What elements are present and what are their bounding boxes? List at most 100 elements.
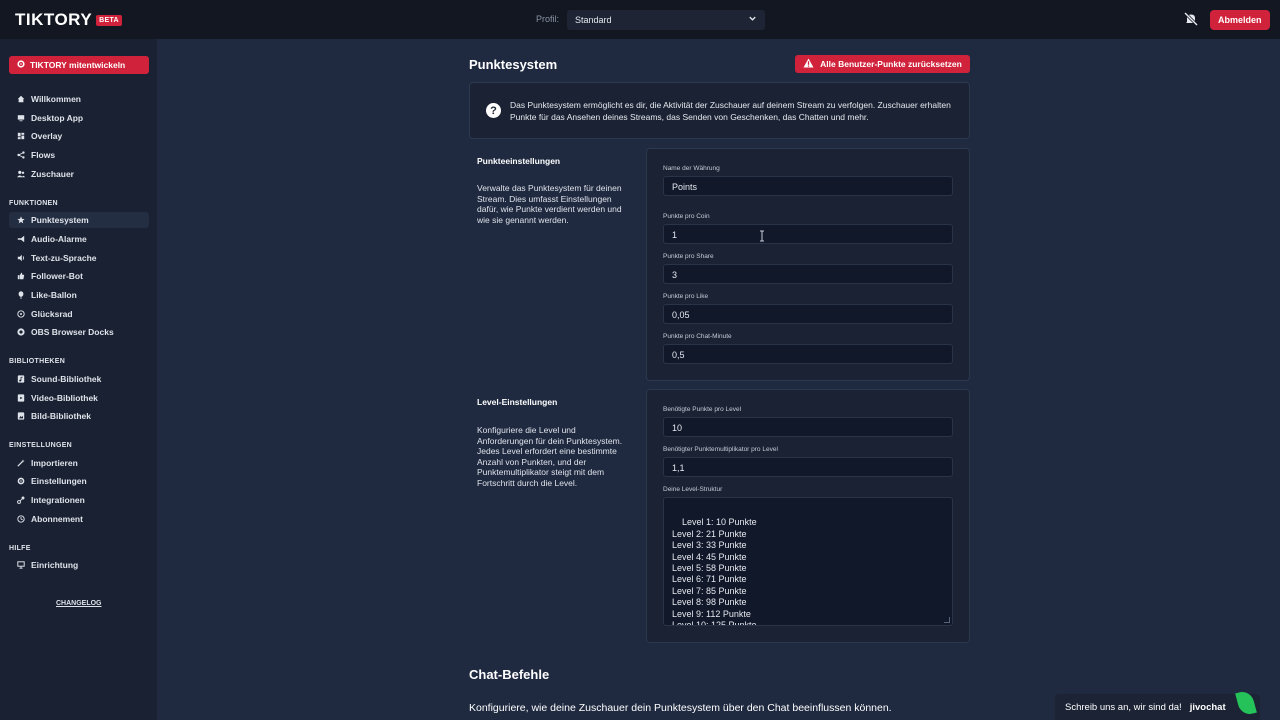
- level-settings-desc: Konfiguriere die Level und Anforderungen…: [477, 425, 623, 488]
- sidebar-item-label: Bild-Bibliothek: [31, 411, 91, 421]
- currency-name-label: Name der Währung: [663, 165, 720, 172]
- sidebar-item-image-library[interactable]: Bild-Bibliothek: [9, 408, 149, 424]
- level-multiplier-label: Benötigter Punktemultiplikator pro Level: [663, 446, 778, 453]
- text-cursor-icon: [759, 230, 765, 245]
- sidebar-item-label: Sound-Bibliothek: [31, 374, 102, 384]
- resize-handle-icon[interactable]: [944, 617, 950, 623]
- sidebar-item-viewers[interactable]: Zuschauer: [9, 166, 149, 182]
- profile-label: Profil:: [536, 14, 560, 24]
- sidebar-item-settings[interactable]: Einstellungen: [9, 473, 149, 489]
- points-settings-desc: Verwalte das Punktesystem für deinen Str…: [477, 183, 622, 225]
- level-structure-label: Deine Level-Struktur: [663, 486, 723, 493]
- sidebar-item-label: Einrichtung: [31, 560, 79, 570]
- points-per-level-input[interactable]: 10: [663, 417, 953, 437]
- info-text: Das Punktesystem ermöglicht es dir, die …: [510, 100, 951, 122]
- sidebar-item-welcome[interactable]: Willkommen: [9, 91, 149, 107]
- changelog-link[interactable]: CHANGELOG: [56, 600, 102, 607]
- chat-widget[interactable]: Schreib uns an, wir sind da! jivochat: [1055, 694, 1260, 720]
- logo-text: TIKTORY: [15, 10, 93, 29]
- sidebar-item-label: Abonnement: [31, 514, 83, 524]
- sidebar-section-help: HILFE: [9, 545, 31, 552]
- sidebar-item-label: Video-Bibliothek: [31, 393, 98, 403]
- monitor-icon: [17, 114, 25, 122]
- sidebar-item-video-library[interactable]: Video-Bibliothek: [9, 390, 149, 406]
- points-settings-title: Punkteeinstellungen: [477, 156, 561, 166]
- info-box: ? Das Punktesystem ermöglicht es dir, di…: [469, 82, 970, 139]
- sidebar-item-label: Punktesystem: [31, 215, 89, 225]
- level-structure-textarea[interactable]: Level 1: 10 Punkte Level 2: 21 Punkte Le…: [663, 497, 953, 626]
- sidebar-item-subscription[interactable]: Abonnement: [9, 511, 149, 527]
- points-per-chat-minute-label: Punkte pro Chat-Minute: [663, 333, 732, 340]
- sidebar-section-functions: FUNKTIONEN: [9, 200, 58, 207]
- points-per-coin-input[interactable]: 1: [663, 224, 953, 244]
- image-file-icon: [17, 412, 25, 420]
- level-multiplier-input[interactable]: 1,1: [663, 457, 953, 477]
- sidebar-item-integrations[interactable]: Integrationen: [9, 492, 149, 508]
- logout-button[interactable]: Abmelden: [1210, 10, 1270, 30]
- refresh-circle-icon: [17, 515, 25, 523]
- points-per-share-label: Punkte pro Share: [663, 253, 714, 260]
- app-logo[interactable]: TIKTORY BETA: [15, 10, 122, 30]
- sidebar-item-audio-alarms[interactable]: Audio-Alarme: [9, 231, 149, 247]
- sidebar-item-desktop-app[interactable]: Desktop App: [9, 110, 149, 126]
- sidebar-item-label: Flows: [31, 150, 56, 160]
- sidebar-item-like-balloon[interactable]: Like-Ballon: [9, 287, 149, 303]
- points-per-chat-minute-input[interactable]: 0,5: [663, 344, 953, 364]
- profile-select-value: Standard: [575, 15, 612, 25]
- sidebar-item-label: Integrationen: [31, 495, 85, 505]
- sidebar-item-label: Follower-Bot: [31, 271, 83, 281]
- points-settings-panel: Name der Währung Points Punkte pro Coin …: [646, 148, 970, 381]
- sidebar-item-sound-library[interactable]: Sound-Bibliothek: [9, 371, 149, 387]
- sidebar-item-label: Glücksrad: [31, 309, 73, 319]
- wand-icon: [17, 459, 25, 467]
- chat-commands-title: Chat-Befehle: [469, 667, 550, 682]
- sidebar-item-obs-browser-docks[interactable]: OBS Browser Docks: [9, 324, 149, 340]
- points-per-share-input[interactable]: 3: [663, 264, 953, 284]
- sidebar-item-label: Importieren: [31, 458, 78, 468]
- sidebar-item-setup[interactable]: Einrichtung: [9, 557, 149, 573]
- warning-icon: [803, 58, 814, 70]
- sidebar-section-settings: EINSTELLUNGEN: [9, 442, 73, 449]
- sidebar: TIKTORY mitentwickeln Willkommen Desktop…: [0, 39, 157, 720]
- level-settings-title: Level-Einstellungen: [477, 397, 558, 407]
- sidebar-item-text-to-speech[interactable]: Text-zu-Sprache: [9, 250, 149, 266]
- sidebar-item-overlay[interactable]: Overlay: [9, 128, 149, 144]
- profile-select[interactable]: Standard: [567, 10, 765, 30]
- gear-icon: [17, 60, 25, 70]
- home-icon: [17, 95, 25, 103]
- points-per-like-input[interactable]: 0,05: [663, 304, 953, 324]
- level-structure-text: Level 1: 10 Punkte Level 2: 21 Punkte Le…: [672, 517, 757, 626]
- sidebar-item-label: Like-Ballon: [31, 290, 77, 300]
- sidebar-item-follower-bot[interactable]: Follower-Bot: [9, 268, 149, 284]
- star-icon: [17, 216, 25, 224]
- chat-widget-text: Schreib uns an, wir sind da!: [1065, 701, 1182, 713]
- contribute-button[interactable]: TIKTORY mitentwickeln: [9, 56, 149, 74]
- question-circle-icon: ?: [486, 103, 501, 118]
- beta-badge: BETA: [96, 14, 122, 26]
- sidebar-item-label: OBS Browser Docks: [31, 327, 114, 337]
- wheel-icon: [17, 310, 25, 318]
- currency-name-input[interactable]: Points: [663, 176, 953, 196]
- chat-commands-desc: Konfiguriere, wie deine Zuschauer dein P…: [469, 702, 892, 714]
- contribute-label: TIKTORY mitentwickeln: [30, 60, 126, 70]
- jivochat-logo: jivochat: [1189, 701, 1226, 713]
- sidebar-item-label: Overlay: [31, 131, 63, 141]
- sidebar-item-import[interactable]: Importieren: [9, 455, 149, 471]
- balloon-icon: [17, 291, 25, 299]
- reset-points-label: Alle Benutzer-Punkte zurücksetzen: [820, 59, 962, 69]
- sidebar-item-points-system[interactable]: Punktesystem: [9, 212, 149, 228]
- speaker-icon: [17, 254, 25, 262]
- points-per-coin-label: Punkte pro Coin: [663, 213, 710, 220]
- sidebar-item-label: Zuschauer: [31, 169, 74, 179]
- notifications-muted-icon[interactable]: [1183, 11, 1199, 27]
- users-icon: [17, 170, 25, 178]
- chevron-down-icon: [748, 14, 757, 25]
- points-per-like-label: Punkte pro Like: [663, 293, 709, 300]
- reset-points-button[interactable]: Alle Benutzer-Punkte zurücksetzen: [795, 55, 970, 73]
- sidebar-item-label: Audio-Alarme: [31, 234, 87, 244]
- points-per-level-label: Benötigte Punkte pro Level: [663, 406, 742, 413]
- sidebar-item-label: Einstellungen: [31, 476, 87, 486]
- page-title: Punktesystem: [469, 57, 558, 72]
- sidebar-item-flows[interactable]: Flows: [9, 147, 149, 163]
- sidebar-item-wheel-of-fortune[interactable]: Glücksrad: [9, 306, 149, 322]
